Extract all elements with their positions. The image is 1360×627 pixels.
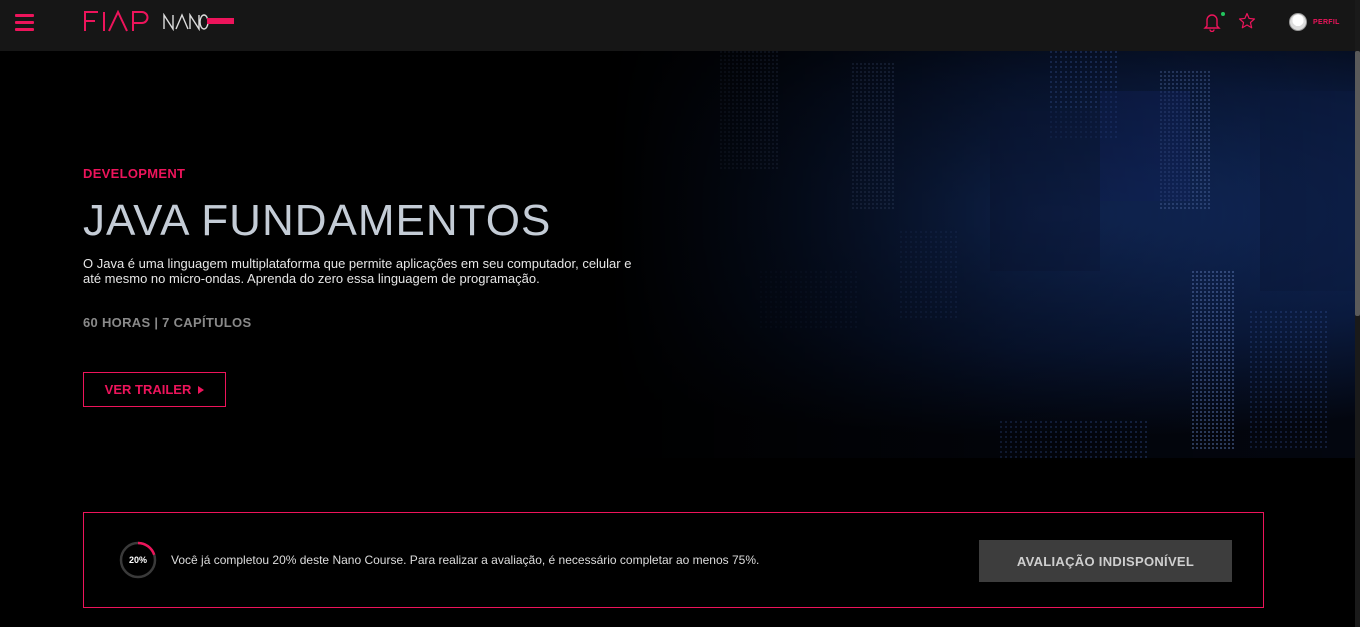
evaluation-unavailable-button[interactable]: AVALIAÇÃO INDISPONÍVEL (979, 540, 1232, 582)
hamburger-icon[interactable] (15, 14, 34, 32)
page-scrollbar[interactable] (1355, 0, 1360, 627)
scrollbar-thumb[interactable] (1355, 51, 1360, 316)
trailer-button-label: VER TRAILER (104, 382, 192, 397)
progress-percent: 20% (128, 555, 147, 565)
course-progress-panel: 20% Você já completou 20% deste Nano Cou… (83, 512, 1264, 608)
profile-label: PERFIL (1313, 18, 1340, 26)
top-navigation-bar: PERFIL (0, 0, 1355, 51)
profile-menu[interactable]: PERFIL (1289, 13, 1340, 31)
play-icon (198, 385, 205, 394)
bell-icon[interactable] (1203, 12, 1221, 32)
watch-trailer-button[interactable]: VER TRAILER (83, 372, 226, 407)
progress-message: Você já completou 20% deste Nano Course.… (171, 553, 760, 567)
course-title: JAVA FUNDAMENTOS (83, 196, 552, 245)
course-meta: 60 HORAS | 7 CAPÍTULOS (83, 315, 252, 330)
nano-course-logo[interactable] (163, 13, 235, 31)
star-icon[interactable] (1238, 12, 1256, 30)
notification-dot (1221, 12, 1225, 16)
course-hero: DEVELOPMENT JAVA FUNDAMENTOS O Java é um… (0, 51, 1355, 458)
fiap-logo[interactable] (84, 10, 150, 32)
avatar (1289, 13, 1307, 31)
course-description: O Java é uma linguagem multiplataforma q… (83, 256, 632, 286)
course-category: DEVELOPMENT (83, 166, 186, 181)
